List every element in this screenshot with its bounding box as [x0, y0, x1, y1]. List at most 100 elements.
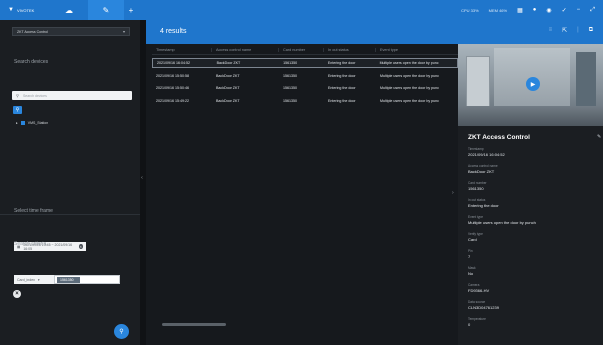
minus-icon[interactable]: − [577, 7, 581, 13]
table-row[interactable]: 2021/09/16 15:49:22 BackDoor ZKT 1561350… [152, 96, 458, 106]
remove-criteria-button[interactable]: × [13, 290, 21, 298]
detail-field: In out status Entering the door [468, 198, 598, 208]
column-header[interactable]: Access control name [212, 47, 279, 52]
results-header: 4 results ≡ ⇱ | ⧉ [146, 20, 603, 44]
collapse-detail-button[interactable]: › [452, 190, 454, 196]
column-header[interactable]: Timestamp [152, 47, 212, 52]
detail-field: Event type Multiple users open the door … [468, 215, 598, 225]
column-header[interactable]: Card number [279, 47, 324, 52]
in-out-status-cell: Entering the door [328, 74, 356, 78]
tab-access-control[interactable]: ✎ [88, 0, 124, 20]
access-control-cell: BackDoor ZKT [216, 74, 240, 78]
tree-item-vms-station[interactable]: ▸ VMS_Station [16, 121, 48, 125]
criteria-chip[interactable]: 1561350 [57, 276, 80, 283]
in-out-status-cell: Entering the door [328, 86, 356, 90]
field-label: In out status [468, 198, 486, 202]
chevron-right-icon: › [452, 190, 454, 196]
separator-icon: | [577, 27, 579, 33]
search-button[interactable]: ⚲ [114, 324, 129, 339]
detail-field: Verify type Card [468, 232, 598, 242]
scrollbar-thumb[interactable] [162, 323, 226, 326]
field-label: Temperature [468, 317, 486, 321]
video-floor [458, 106, 603, 126]
event-type-cell: Multiple users open the door by punc [380, 74, 439, 78]
field-value: No [468, 271, 474, 276]
chevron-left-icon: ‹ [141, 175, 143, 181]
cloud-icon: ☁ [65, 5, 73, 15]
edit-icon[interactable]: ✎ [597, 134, 601, 140]
brand[interactable]: ▼ VIVOTEK [0, 7, 50, 13]
grid-icon[interactable]: ▦ [517, 7, 523, 14]
play-icon: ▶ [530, 81, 536, 88]
cpu-stat: CPU 33% [461, 7, 479, 13]
collapse-left-panel-button[interactable]: ‹ [138, 172, 146, 184]
search-criteria-title: Search criteria [14, 241, 47, 247]
tab-cloud[interactable]: ☁ [50, 0, 88, 20]
field-label: Mask [468, 266, 476, 270]
top-bar-left: ▼ VIVOTEK ☁ ✎ + [0, 0, 138, 20]
horizontal-scrollbar[interactable] [154, 323, 454, 326]
field-value: Entering the door [468, 203, 499, 208]
access-control-cell: BackDoor ZKT [216, 61, 241, 65]
results-toolbar: ≡ ⇱ | ⧉ [549, 27, 593, 34]
column-header[interactable]: Event type [376, 48, 458, 52]
search-devices-title: Search devices [14, 59, 49, 65]
card-number-cell: 1561350 [283, 99, 297, 103]
timestamp-cell: 2021/09/16 15:49:22 [156, 99, 189, 103]
event-type-cell: Multiple users open the door by punc [380, 86, 439, 90]
detail-panel: ▶ ZKT Access Control ✎ Timestamp 2021/09… [458, 44, 603, 345]
results-count: 4 results [160, 28, 187, 35]
detail-field: Card number 1561350 [468, 181, 598, 191]
clear-time-icon[interactable]: × [78, 244, 83, 249]
card-number-cell: 1561350 [283, 61, 298, 65]
event-type-cell: Multiple users open the door by punc [379, 61, 439, 65]
divider [0, 214, 140, 215]
export-icon[interactable]: ⇱ [562, 27, 567, 34]
tools-icon[interactable]: ✓ [562, 7, 567, 14]
detail-field: Timestamp 2021/09/16 16:04:52 [468, 147, 598, 157]
list-icon[interactable]: ≡ [549, 27, 553, 34]
expand-icon[interactable]: ⤢ [590, 7, 595, 14]
device-type-select[interactable]: ZKT Access Control ▾ [12, 27, 130, 36]
device-filter-button[interactable]: ⚲ [13, 106, 22, 114]
time-frame-title: Select time frame [14, 208, 53, 214]
detail-field: Pin 7 [468, 249, 598, 259]
timestamp-cell: 2021/09/16 15:50:58 [156, 74, 189, 78]
event-type-cell: Multiple users open the door by punc [380, 99, 439, 103]
user-icon[interactable]: ◉ [546, 7, 551, 14]
filter-icon: ⚲ [15, 107, 20, 113]
table-row[interactable]: 2021/09/16 15:50:58 BackDoor ZKT 1561350… [152, 71, 458, 81]
criteria-field-select[interactable]: Card_index ▾ [14, 275, 54, 284]
detail-title: ZKT Access Control [468, 134, 530, 141]
search-icon: ⚲ [16, 93, 19, 98]
chevron-down-icon: ▾ [37, 277, 40, 282]
chevron-down-icon: ▾ [122, 29, 125, 34]
in-out-status-cell: Entering the door [328, 99, 356, 103]
table-row[interactable]: 2021/09/16 16:04:52 BackDoor ZKT 1561350… [152, 58, 458, 68]
results-table: Timestamp Access control name Card numbe… [146, 44, 458, 345]
criteria-value-input[interactable]: 1561350 [54, 275, 120, 284]
field-value: BackDoor ZKT [468, 169, 495, 174]
field-label: Verify type [468, 232, 483, 236]
add-tab-button[interactable]: + [124, 0, 138, 20]
checkbox[interactable] [20, 121, 25, 125]
field-value: 7 [468, 254, 471, 259]
criteria-field-value: Card_index [17, 277, 35, 282]
bell-icon[interactable]: ● [533, 7, 537, 13]
video-snapshot[interactable]: ▶ [458, 44, 603, 126]
field-label: Camera [468, 283, 480, 287]
device-search-input[interactable]: ⚲ Search devices [12, 91, 132, 100]
field-label: Timestamp [468, 147, 484, 151]
access-control-cell: BackDoor ZKT [216, 99, 240, 103]
field-label: Data source [468, 300, 486, 304]
detail-field: Access control name BackDoor ZKT [468, 164, 598, 174]
play-button[interactable]: ▶ [526, 77, 540, 91]
popout-icon[interactable]: ⧉ [589, 27, 593, 34]
timestamp-cell: 2021/09/16 15:50:46 [156, 86, 189, 90]
table-row[interactable]: 2021/09/16 15:50:46 BackDoor ZKT 1561350… [152, 83, 458, 93]
top-bar-right: CPU 33% MEM 46% ▦ ● ◉ ✓ − ⤢ [461, 7, 603, 14]
detail-field: Temperature 0 [468, 317, 598, 327]
column-header[interactable]: In out status [324, 47, 376, 52]
field-value: FD9366-HV [468, 288, 490, 293]
field-label: Pin [468, 249, 473, 253]
